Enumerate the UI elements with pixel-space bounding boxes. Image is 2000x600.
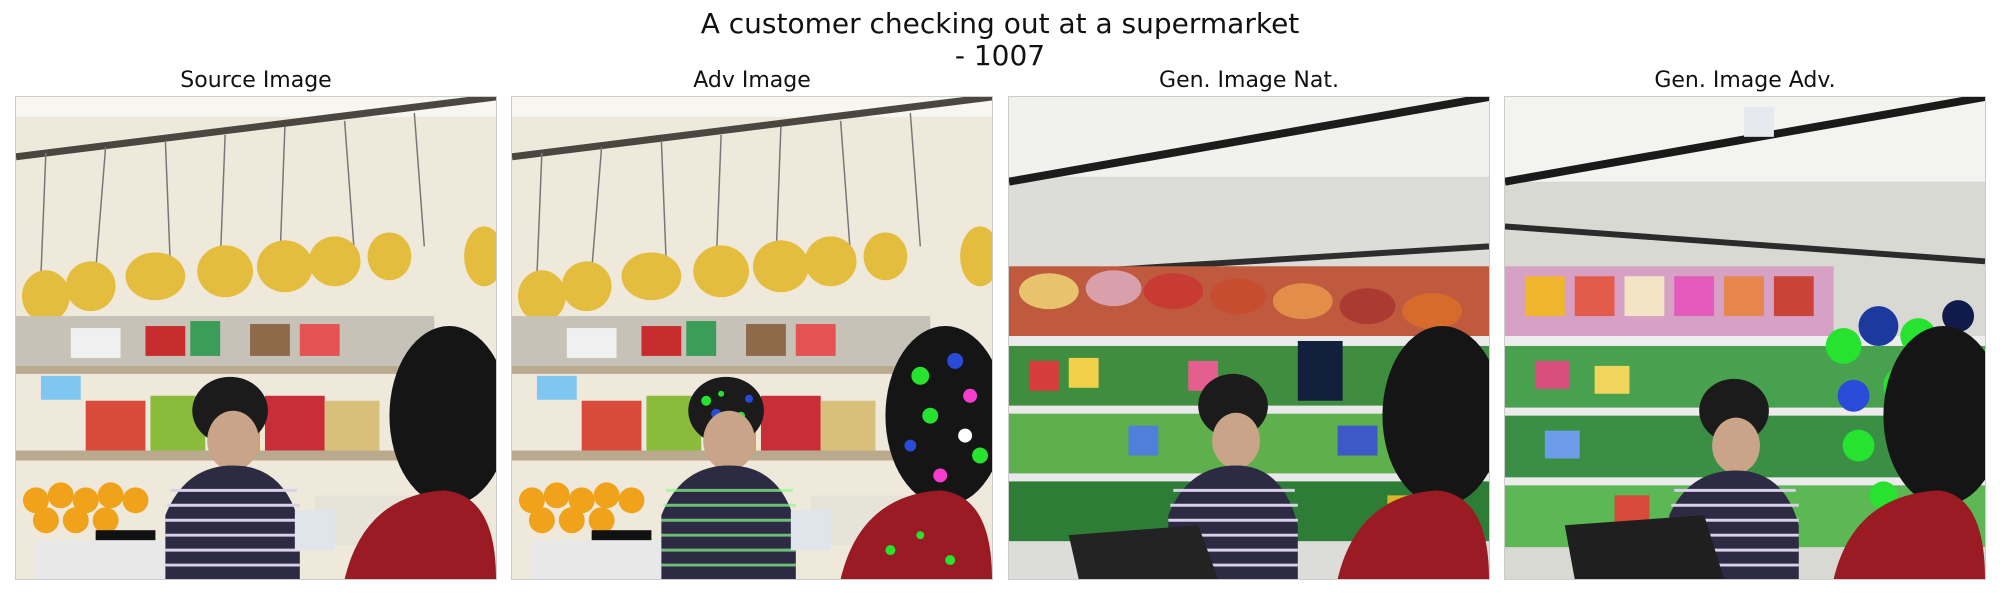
figure-title: A customer checking out at a supermarket bbox=[700, 7, 1300, 40]
panel-title-gen-nat: Gen. Image Nat. bbox=[1159, 68, 1339, 93]
gen-image-adv bbox=[1504, 96, 1986, 580]
adv-image bbox=[511, 96, 993, 580]
panel-title-adv: Adv Image bbox=[693, 68, 811, 93]
source-image bbox=[15, 96, 497, 580]
panel-title-gen-adv: Gen. Image Adv. bbox=[1654, 68, 1836, 93]
panel-title-source: Source Image bbox=[180, 68, 332, 93]
gen-image-nat bbox=[1008, 96, 1490, 580]
